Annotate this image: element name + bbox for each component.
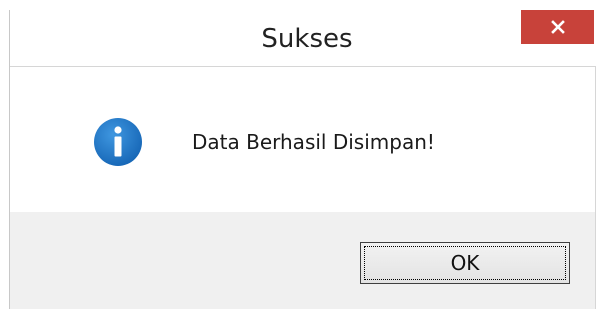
dialog-frame: Data Berhasil Disimpan! OK xyxy=(10,66,596,309)
ok-button-label: OK xyxy=(450,251,480,275)
message-dialog: Sukses Data Berhasil Disimpan! OK xyxy=(9,10,603,309)
close-button[interactable] xyxy=(521,10,594,44)
button-bar: OK xyxy=(10,212,595,309)
dialog-title: Sukses xyxy=(261,24,353,54)
message-area: Data Berhasil Disimpan! xyxy=(10,67,595,212)
ok-button[interactable]: OK xyxy=(360,242,570,284)
info-icon xyxy=(94,118,142,166)
message-text: Data Berhasil Disimpan! xyxy=(192,130,435,154)
title-bar[interactable]: Sukses xyxy=(10,10,603,66)
close-icon xyxy=(550,20,565,34)
